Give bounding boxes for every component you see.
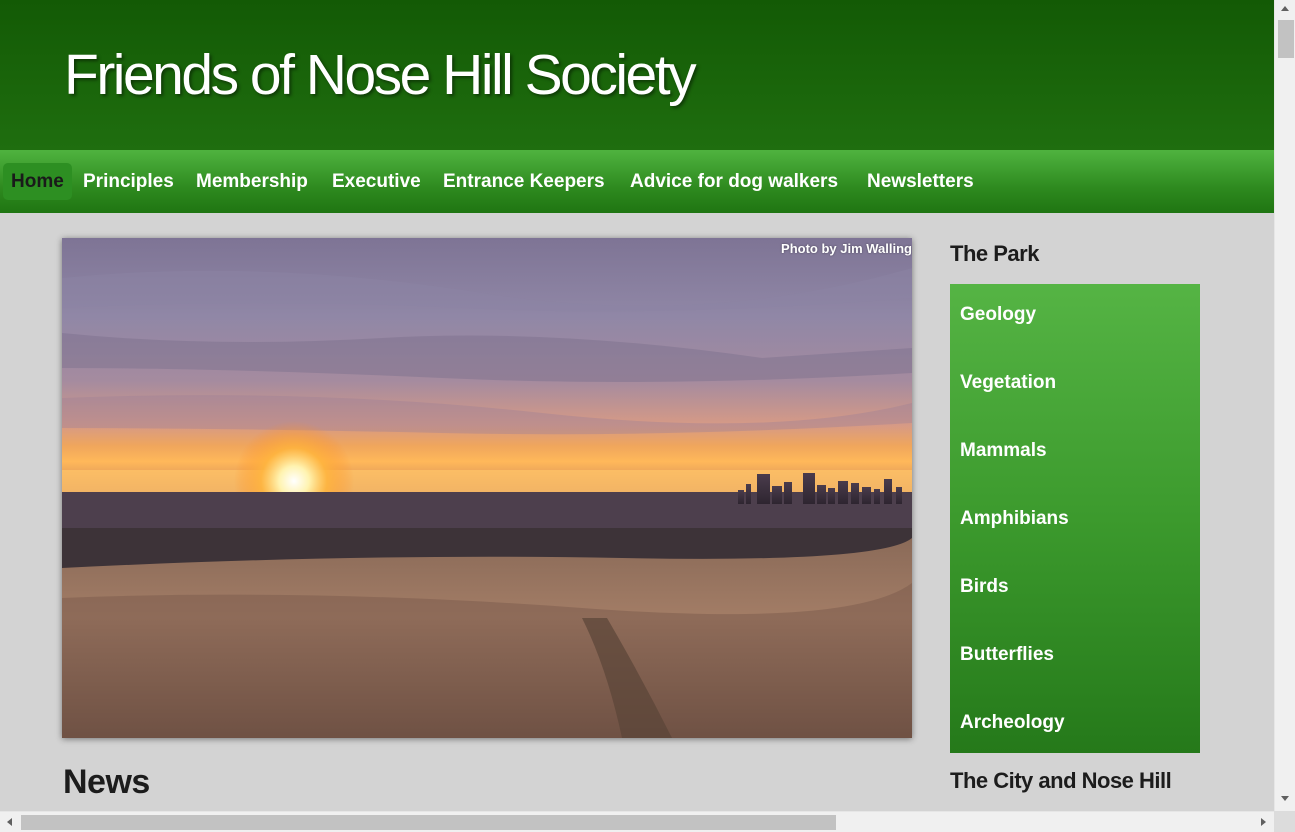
nav-item-entrance-keepers[interactable]: Entrance Keepers (443, 163, 605, 200)
park-item-mammals[interactable]: Mammals (960, 440, 1047, 462)
nav-item-executive[interactable]: Executive (332, 163, 421, 200)
nav-item-newsletters[interactable]: Newsletters (867, 163, 974, 200)
vertical-scroll-thumb[interactable] (1278, 20, 1294, 58)
photo-credit: Photo by Jim Walling (781, 241, 912, 256)
park-item-archeology[interactable]: Archeology (960, 712, 1065, 734)
news-heading: News (63, 763, 150, 801)
sunset-landscape-image (62, 238, 912, 738)
site-title[interactable]: Friends of Nose Hill Society (64, 42, 697, 108)
scroll-left-arrow-icon[interactable] (7, 818, 12, 826)
park-menu: Geology Vegetation Mammals Amphibians Bi… (950, 284, 1200, 753)
hero-photo: Photo by Jim Walling (62, 238, 912, 738)
sidebar-heading-park: The Park (950, 241, 1039, 266)
scrollbar-corner (1274, 811, 1295, 832)
park-item-amphibians[interactable]: Amphibians (960, 508, 1069, 530)
nav-item-home[interactable]: Home (3, 163, 72, 200)
park-item-butterflies[interactable]: Butterflies (960, 644, 1054, 666)
park-item-birds[interactable]: Birds (960, 576, 1009, 598)
scroll-right-arrow-icon[interactable] (1261, 818, 1266, 826)
scroll-down-arrow-icon[interactable] (1281, 796, 1289, 801)
park-item-geology[interactable]: Geology (960, 304, 1036, 326)
nav-item-dog-walkers[interactable]: Advice for dog walkers (630, 163, 838, 200)
horizontal-scrollbar[interactable] (0, 811, 1274, 832)
page-viewport: Friends of Nose Hill Society Home Princi… (0, 0, 1274, 811)
nav-item-membership[interactable]: Membership (196, 163, 308, 200)
sidebar-heading-city: The City and Nose Hill (950, 768, 1172, 793)
park-item-vegetation[interactable]: Vegetation (960, 372, 1056, 394)
scroll-up-arrow-icon[interactable] (1281, 6, 1289, 11)
nav-item-principles[interactable]: Principles (83, 163, 174, 200)
horizontal-scroll-thumb[interactable] (21, 815, 836, 830)
site-header: Friends of Nose Hill Society (0, 0, 1274, 150)
vertical-scrollbar[interactable] (1274, 0, 1295, 811)
